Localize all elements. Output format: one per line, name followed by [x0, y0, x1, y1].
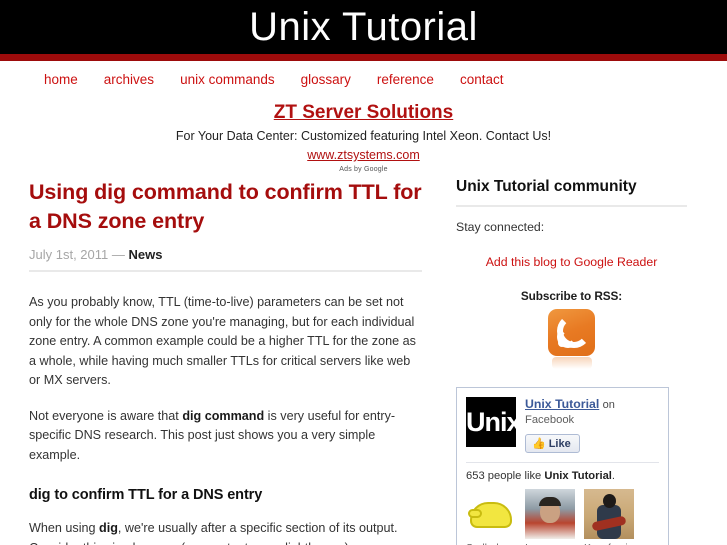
nav-item-glossary[interactable]: glossary [301, 72, 351, 87]
advertisement-block: ZT Server Solutions For Your Data Center… [0, 98, 727, 176]
facebook-like-box: Unix Unix Tutorial on Facebook 👍 Like 65… [456, 387, 669, 545]
post-body: As you probably know, TTL (time-to-live)… [29, 293, 422, 545]
facebook-header: Unix Unix Tutorial on Facebook 👍 Like [466, 397, 659, 453]
rss-icon-wrap [456, 309, 687, 369]
header-red-rule [0, 54, 727, 61]
facebook-page-info: Unix Tutorial on Facebook 👍 Like [525, 397, 615, 453]
post-paragraph-2: Not everyone is aware that dig command i… [29, 407, 422, 466]
main-navigation: home archives unix commands glossary ref… [0, 61, 727, 98]
facebook-page-logo: Unix [466, 397, 516, 447]
article-column: Using dig command to confirm TTL for a D… [0, 176, 448, 545]
post-meta-separator: — [111, 247, 125, 262]
paragraph-3-pre: When using [29, 521, 100, 535]
facebook-like-label: Like [548, 437, 571, 450]
nav-item-unix-commands[interactable]: unix commands [180, 72, 275, 87]
paragraph-2-pre: Not everyone is aware that [29, 408, 183, 423]
facebook-like-count: 653 people like Unix Tutorial. [466, 470, 659, 482]
site-header: Unix Tutorial [0, 0, 727, 54]
avatar [584, 489, 634, 539]
post-paragraph-3: When using dig, we're usually after a sp… [29, 519, 422, 545]
facebook-fan[interactable]: Sudhakara [466, 489, 516, 545]
nav-item-archives[interactable]: archives [104, 72, 154, 87]
paragraph-3-emphasis: dig [99, 521, 118, 535]
rss-heading: Subscribe to RSS: [520, 289, 623, 303]
rss-arc-outer [557, 314, 591, 348]
avatar [525, 489, 575, 539]
sidebar-title: Unix Tutorial community [456, 178, 687, 207]
avatar-shape-2 [603, 494, 616, 508]
facebook-page-name[interactable]: Unix Tutorial [525, 397, 599, 411]
post-title: Using dig command to confirm TTL for a D… [29, 180, 422, 233]
site-title: Unix Tutorial [249, 5, 478, 49]
facebook-count-page: Unix Tutorial [544, 470, 612, 482]
ad-byline: Ads by Google [339, 166, 388, 173]
post-category[interactable]: News [129, 247, 163, 262]
avatar-shape-2 [539, 497, 561, 506]
facebook-network-label: Facebook [525, 414, 575, 426]
facebook-fan-faces: Sudhakara Ivan Kazufumi [466, 489, 659, 545]
facebook-count-pre: 653 people like [466, 470, 545, 482]
facebook-name-row: Unix Tutorial on [525, 397, 615, 413]
sidebar-column: Unix Tutorial community Stay connected: … [448, 176, 727, 545]
ad-description: For Your Data Center: Customized featuri… [175, 129, 552, 143]
nav-item-reference[interactable]: reference [377, 72, 434, 87]
thumbs-up-icon: 👍 [532, 438, 546, 450]
facebook-fan[interactable]: Ivan [525, 489, 575, 545]
ad-url-link[interactable]: www.ztsystems.com [307, 148, 420, 162]
avatar-shape-2 [468, 509, 482, 518]
nav-item-home[interactable]: home [44, 72, 78, 87]
rss-icon-reflection [551, 357, 592, 369]
google-reader-row: Add this blog to Google Reader [456, 253, 687, 271]
rss-feed-icon[interactable] [548, 309, 595, 356]
post-paragraph-1: As you probably know, TTL (time-to-live)… [29, 295, 416, 387]
facebook-on-word: on [602, 399, 615, 411]
post-date: July 1st, 2011 [29, 247, 109, 262]
google-reader-link[interactable]: Add this blog to Google Reader [486, 255, 658, 269]
paragraph-2-emphasis: dig command [182, 408, 265, 423]
facebook-fan[interactable]: Kazufumi [584, 489, 634, 545]
facebook-count-post: . [611, 470, 616, 482]
ad-title-link[interactable]: ZT Server Solutions [274, 101, 453, 124]
post-meta: July 1st, 2011 — News [29, 247, 422, 272]
page-columns: Using dig command to confirm TTL for a D… [0, 176, 727, 545]
facebook-divider [466, 462, 659, 463]
nav-item-contact[interactable]: contact [460, 72, 504, 87]
post-subheading: dig to confirm TTL for a DNS entry [29, 487, 263, 503]
avatar [466, 489, 516, 539]
stay-connected-label: Stay connected: [456, 220, 545, 234]
facebook-like-button[interactable]: 👍 Like [525, 434, 580, 453]
